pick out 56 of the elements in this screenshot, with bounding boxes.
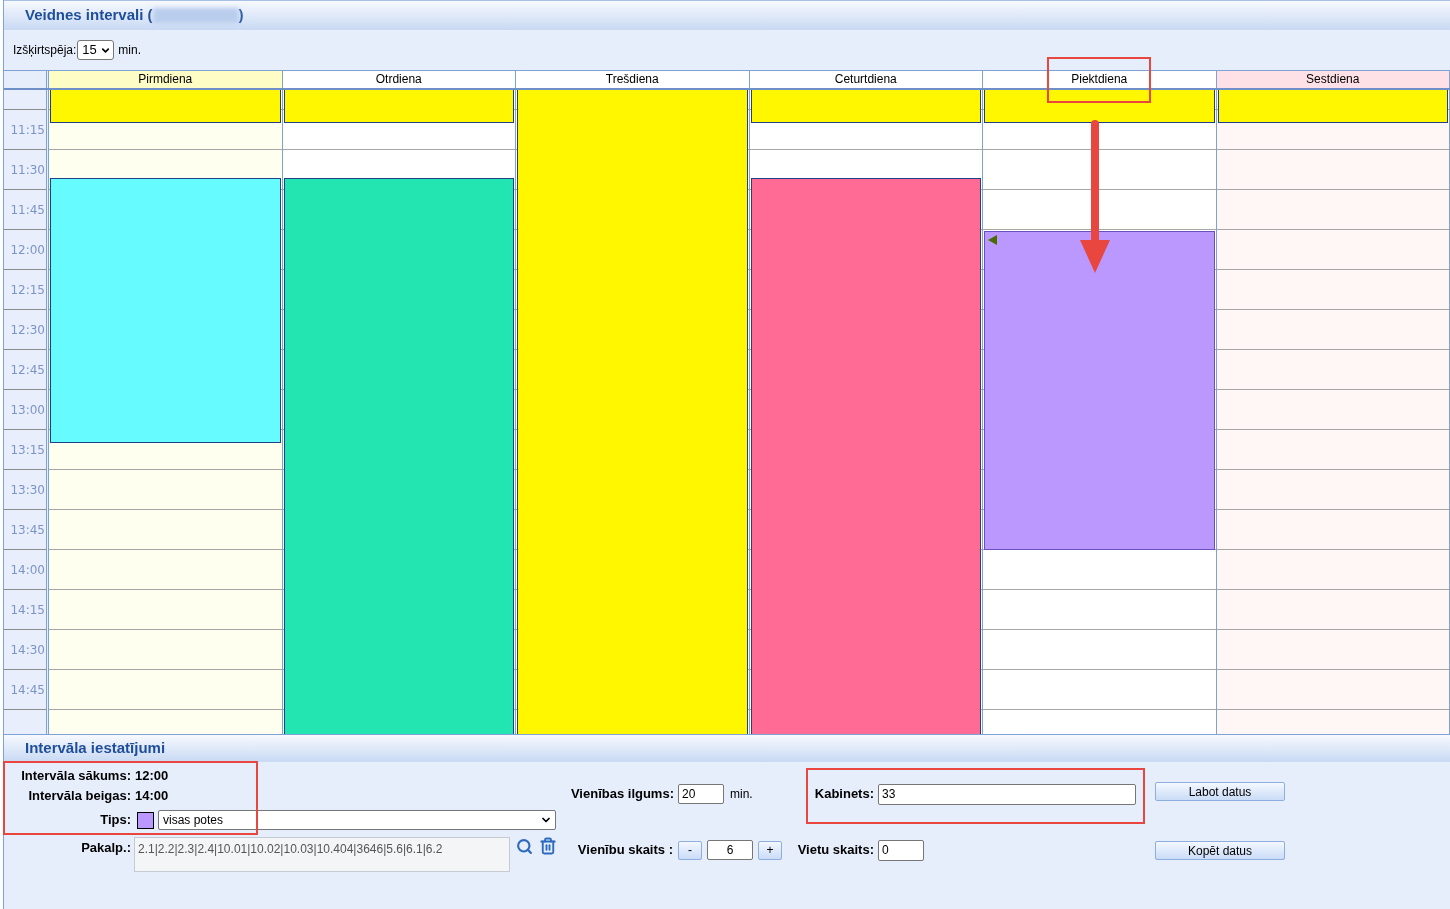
time-label: 11:15	[10, 121, 45, 139]
field-value: 12:00	[135, 767, 169, 786]
title-text: Veidnes intervali (	[25, 5, 153, 26]
time-label: 12:45	[10, 361, 45, 379]
increment-button[interactable]: +	[758, 840, 782, 860]
time-label: 13:15	[10, 441, 45, 459]
time-label: 13:00	[10, 401, 45, 419]
event-block[interactable]	[984, 90, 1215, 124]
day-header: Pirmdiena	[49, 71, 283, 88]
section-title: Intervāla iestatījumi	[25, 738, 166, 759]
event-block[interactable]	[1217, 90, 1448, 124]
time-label: 11:45	[10, 201, 45, 219]
day-header: Sestdiena	[1216, 71, 1450, 88]
field-label: Kabinets:	[814, 785, 874, 804]
time-label: 14:30	[10, 641, 45, 659]
places-input[interactable]: 0	[878, 839, 924, 861]
triangle-marker-icon	[988, 235, 997, 245]
time-label: 14:45	[10, 681, 45, 699]
field-label: Vietu skaits:	[797, 841, 874, 860]
decrement-button[interactable]: -	[678, 840, 702, 860]
time-label: 14:15	[10, 601, 45, 619]
title-text: )	[238, 5, 244, 26]
day-header: Ceturtdiena	[749, 71, 983, 88]
time-label: 12:15	[10, 281, 45, 299]
field-value: 14:00	[135, 787, 169, 806]
resolution-label: Izšķirtspēja:	[13, 42, 77, 59]
time-label: 14:00	[10, 561, 45, 579]
time-label: 11:30	[10, 161, 45, 179]
time-label: 12:00	[10, 241, 45, 259]
unit-length-input[interactable]: 20	[678, 784, 724, 804]
resolution-select[interactable]: 15	[77, 40, 115, 60]
unit-count-input[interactable]: 6	[707, 840, 753, 860]
edit-button[interactable]: Labot datus	[1155, 782, 1285, 801]
field-label: Vienības ilgums:	[570, 785, 674, 804]
event-block[interactable]	[283, 90, 514, 124]
field-label: Tips:	[99, 811, 131, 830]
field-label: Intervāla beigas:	[27, 787, 131, 806]
field-label: Intervāla sākums:	[20, 767, 131, 786]
time-label: 13:45	[10, 521, 45, 539]
type-select[interactable]: visas potes	[158, 810, 556, 830]
search-icon[interactable]	[516, 838, 533, 855]
day-header: Piektdiena	[983, 71, 1217, 88]
field-label: Vienību skaits :	[577, 841, 673, 860]
time-label: 12:30	[10, 321, 45, 339]
services-field[interactable]: 2.1|2.2|2.3|2.4|10.01|10.02|10.03|10.404|3646|5.6|6.1|6.2	[134, 837, 510, 872]
field-label: Pakalp.:	[80, 839, 131, 857]
cabinet-input[interactable]: 33	[878, 783, 1136, 805]
time-label: 13:30	[10, 481, 45, 499]
unit-label: min.	[118, 42, 142, 59]
day-header: Trešdiena	[516, 71, 750, 88]
day-header: Otrdiena	[282, 71, 516, 88]
copy-button[interactable]: Kopēt datus	[1155, 841, 1285, 860]
event-block[interactable]	[750, 90, 981, 124]
event-block[interactable]	[50, 90, 281, 124]
unit-label: min.	[730, 786, 753, 803]
trash-icon[interactable]	[539, 837, 557, 855]
